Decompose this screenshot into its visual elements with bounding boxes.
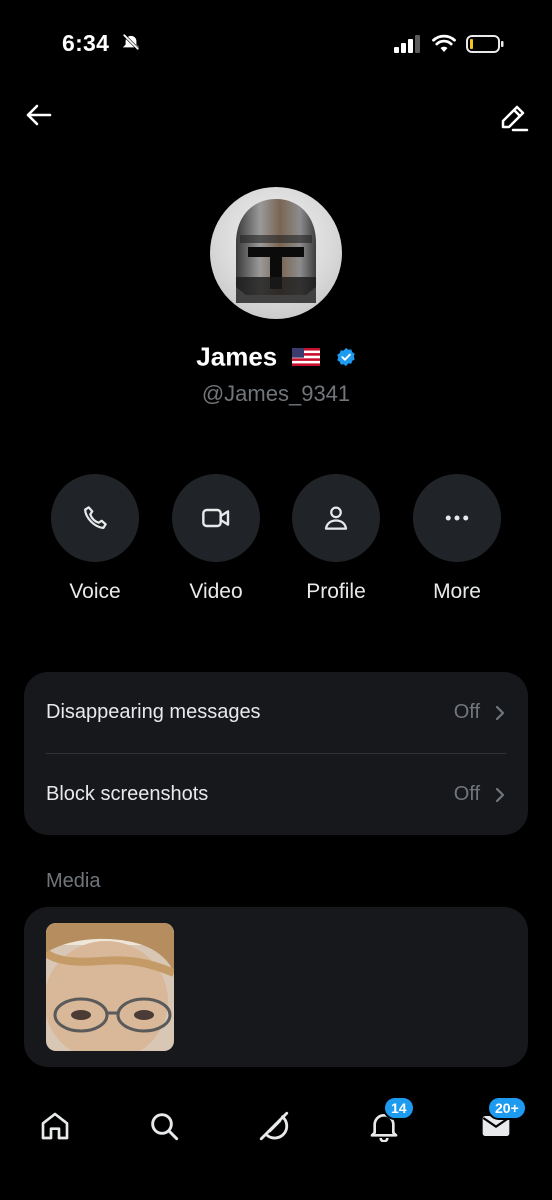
helmet-avatar bbox=[236, 199, 316, 303]
profile-button-circle[interactable] bbox=[292, 474, 380, 562]
video-label: Video bbox=[189, 580, 243, 603]
us-flag-icon bbox=[292, 348, 321, 367]
voice-button-circle[interactable] bbox=[51, 474, 139, 562]
arrow-left-icon[interactable] bbox=[24, 100, 54, 130]
bell-slash-icon bbox=[122, 33, 140, 51]
phone-icon bbox=[84, 506, 107, 529]
avatar[interactable] bbox=[210, 187, 342, 319]
chevron-right-icon bbox=[495, 787, 505, 802]
disappearing-messages-row[interactable]: Disappearing messages Off bbox=[46, 672, 506, 753]
display-name: James bbox=[196, 341, 278, 372]
video-call-button[interactable]: Video bbox=[172, 474, 260, 604]
more-label: More bbox=[433, 580, 481, 603]
display-name-row: James bbox=[0, 340, 552, 373]
voice-call-button[interactable]: Voice bbox=[51, 474, 139, 604]
more-button-circle[interactable] bbox=[413, 474, 501, 562]
block-screenshots-value: Off bbox=[453, 783, 480, 805]
block-screenshots-row[interactable]: Block screenshots Off bbox=[46, 754, 506, 835]
more-options-button[interactable]: More bbox=[413, 474, 501, 604]
tab-grok[interactable] bbox=[254, 1106, 294, 1146]
verified-badge-icon bbox=[336, 348, 355, 367]
battery-icon bbox=[466, 35, 504, 53]
person-icon bbox=[324, 506, 348, 530]
edit-icon[interactable] bbox=[496, 100, 530, 134]
wifi-icon bbox=[432, 34, 456, 52]
notifications-badge: 14 bbox=[383, 1096, 415, 1120]
disappearing-messages-label: Disappearing messages bbox=[46, 701, 261, 723]
tab-home[interactable] bbox=[35, 1106, 75, 1146]
status-time: 6:34 bbox=[62, 30, 110, 56]
photo-thumbnail bbox=[46, 923, 174, 1051]
cell-signal-icon bbox=[394, 35, 420, 53]
disappearing-messages-value: Off bbox=[453, 701, 480, 723]
messages-badge: 20+ bbox=[487, 1096, 527, 1120]
media-photo-thumbnail[interactable] bbox=[46, 923, 174, 1051]
tab-search[interactable] bbox=[144, 1106, 184, 1146]
chevron-right-icon bbox=[495, 705, 505, 720]
home-icon bbox=[41, 1112, 69, 1140]
profile-label: Profile bbox=[306, 580, 366, 603]
more-dots-icon bbox=[445, 515, 469, 521]
voice-label: Voice bbox=[69, 580, 121, 603]
video-button-circle[interactable] bbox=[172, 474, 260, 562]
view-profile-button[interactable]: Profile bbox=[292, 474, 380, 604]
conversation-settings-card: Disappearing messages Off Block screensh… bbox=[24, 672, 528, 835]
media-card bbox=[24, 907, 528, 1067]
media-section-title: Media bbox=[46, 870, 101, 892]
grok-icon bbox=[259, 1111, 289, 1141]
video-camera-icon bbox=[202, 508, 230, 528]
bottom-tab-bar: 14 20+ bbox=[0, 1086, 552, 1200]
user-handle: @James_9341 bbox=[201, 381, 351, 406]
search-icon bbox=[151, 1113, 179, 1141]
block-screenshots-label: Block screenshots bbox=[46, 783, 209, 805]
